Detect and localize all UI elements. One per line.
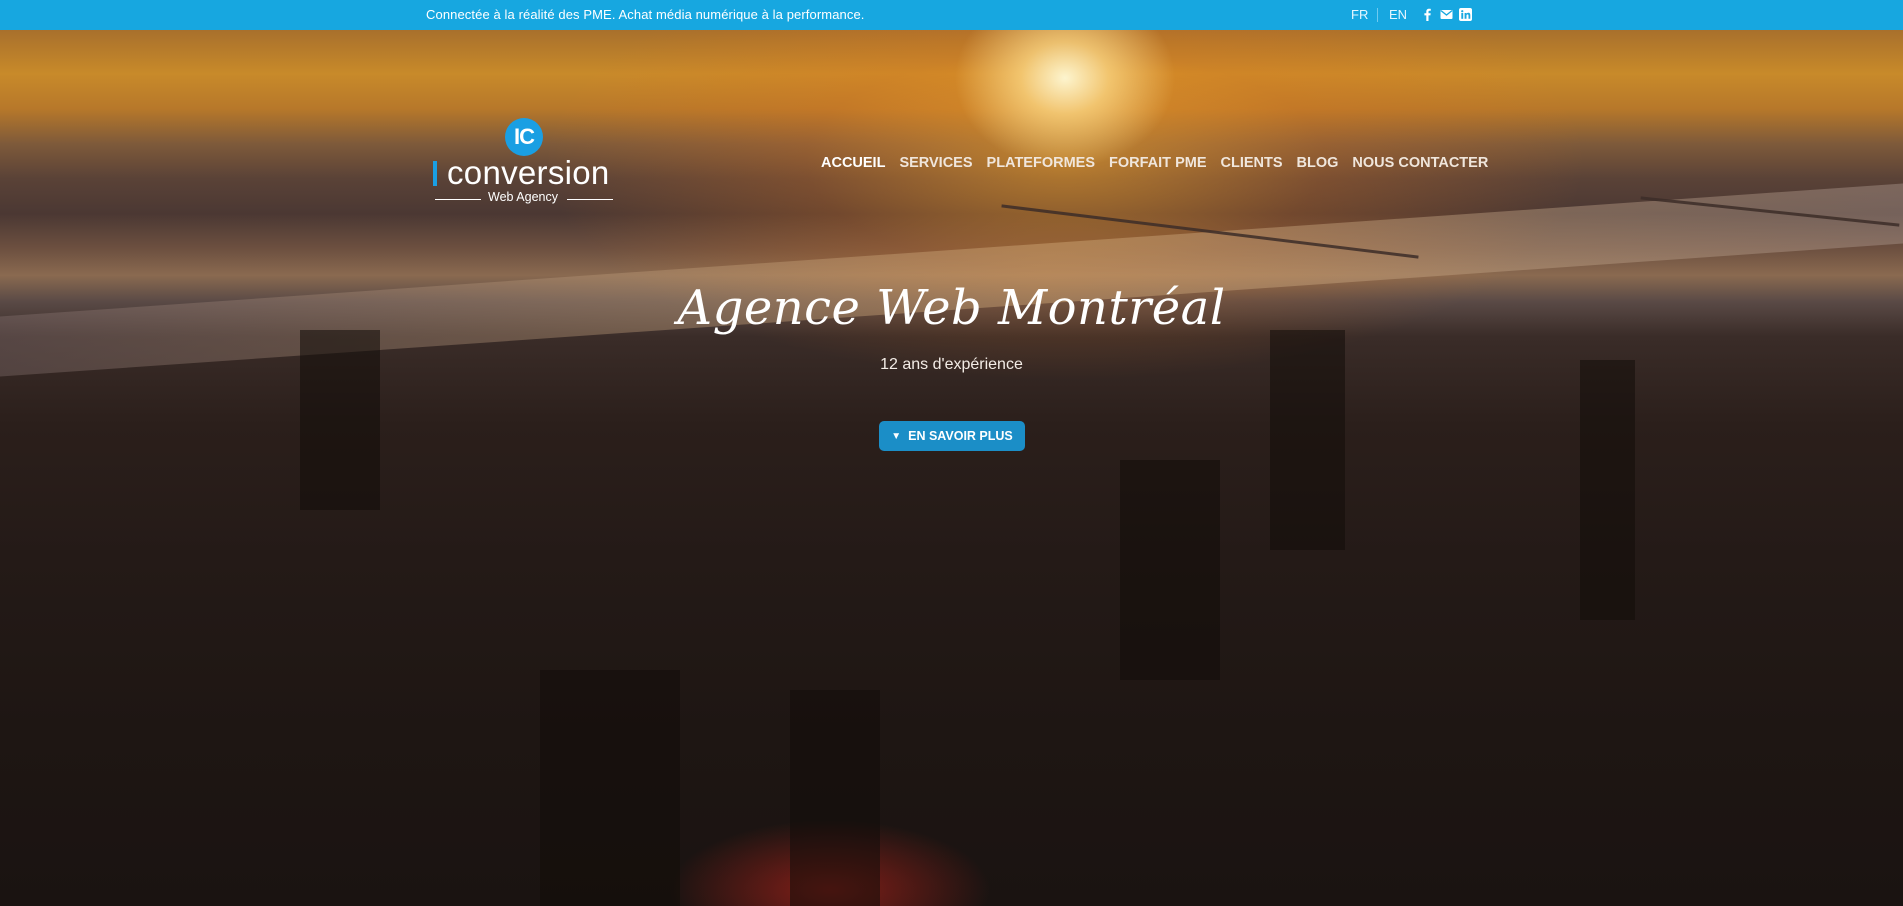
top-bar: Connectée à la réalité des PME. Achat mé… (0, 0, 1903, 30)
building-decor (1580, 360, 1635, 620)
nav-item-forfait-pme[interactable]: FORFAIT PME (1109, 155, 1206, 171)
lang-en-link[interactable]: EN (1389, 7, 1407, 22)
logo-accent-bar (433, 161, 437, 186)
nav-item-services[interactable]: SERVICES (899, 155, 972, 171)
linkedin-icon[interactable] (1459, 8, 1472, 21)
logo-wordmark: conversion (447, 154, 610, 191)
lang-separator (1377, 8, 1378, 22)
site-logo[interactable]: IC conversion Web Agency (433, 118, 613, 208)
nav-item-plateformes[interactable]: PLATEFORMES (987, 155, 1095, 171)
building-decor (1120, 460, 1220, 680)
main-nav: ACCUEIL SERVICES PLATEFORMES FORFAIT PME… (821, 155, 1502, 171)
logo-badge: IC (505, 118, 543, 156)
learn-more-label: EN SAVOIR PLUS (908, 429, 1013, 443)
nav-item-clients[interactable]: CLIENTS (1221, 155, 1283, 171)
building-decor (540, 670, 680, 906)
nav-item-blog[interactable]: BLOG (1297, 155, 1339, 171)
tagline: Connectée à la réalité des PME. Achat mé… (426, 7, 865, 22)
learn-more-button[interactable]: ▼ EN SAVOIR PLUS (879, 421, 1025, 451)
logo-subtitle: Web Agency (488, 190, 558, 204)
nav-item-nous-contacter[interactable]: NOUS CONTACTER (1352, 155, 1488, 171)
facebook-icon[interactable] (1421, 8, 1434, 21)
hero-headline: Agence Web Montréal (677, 280, 1226, 336)
nav-item-accueil[interactable]: ACCUEIL (821, 155, 885, 171)
mail-icon[interactable] (1440, 8, 1453, 21)
chevron-down-icon: ▼ (891, 430, 902, 442)
lang-fr-link[interactable]: FR (1351, 7, 1368, 22)
hero-subheadline: 12 ans d'expérience (880, 356, 1023, 373)
building-decor (790, 690, 880, 906)
logo-rule-right (567, 199, 613, 200)
